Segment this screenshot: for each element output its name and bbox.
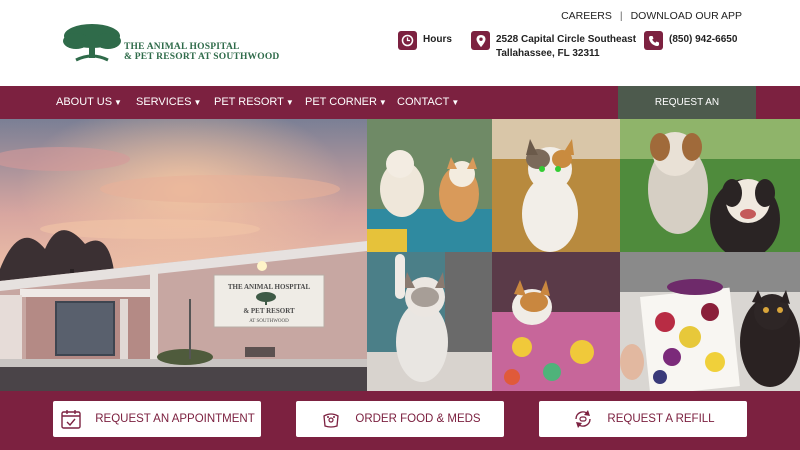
top-links: CAREERS | DOWNLOAD OUR APP	[561, 10, 742, 22]
dogs-grass-photo	[620, 119, 800, 252]
logo-text[interactable]: THE ANIMAL HOSPITAL & PET RESORT AT SOUT…	[124, 42, 279, 62]
building-sign-line-3: AT SOUTHWOOD	[249, 319, 289, 324]
careers-link[interactable]: CAREERS	[561, 10, 612, 22]
nav-contact[interactable]: CONTACT ▼	[397, 86, 459, 119]
chevron-down-icon: ▼	[378, 98, 387, 107]
nav-pet-resort[interactable]: PET RESORT ▼	[214, 86, 294, 119]
cat-painting-photo	[620, 252, 800, 391]
phone-link[interactable]: (850) 942-6650	[644, 31, 737, 50]
address-link[interactable]: 2528 Capital Circle Southeast Tallahasse…	[471, 31, 636, 61]
nav-request-appointment-button[interactable]: REQUEST AN APPOINTMENT	[618, 86, 756, 141]
hospital-building-photo: THE ANIMAL HOSPITAL & PET RESORT AT SOUT…	[0, 119, 367, 391]
kitten-photo	[367, 252, 492, 391]
building-sign-line-1: THE ANIMAL HOSPITAL	[228, 283, 311, 291]
building-sign-line-2: & PET RESORT	[243, 307, 295, 315]
site-header: THE ANIMAL HOSPITAL & PET RESORT AT SOUT…	[0, 0, 800, 86]
nav-services[interactable]: SERVICES ▼	[136, 86, 201, 119]
top-links-separator: |	[619, 10, 623, 22]
nav-services-label: SERVICES	[136, 96, 192, 108]
photo-collage: THE ANIMAL HOSPITAL & PET RESORT AT SOUT…	[0, 119, 800, 391]
refill-icon	[571, 407, 595, 431]
logo-line-1: THE ANIMAL HOSPITAL	[124, 42, 240, 52]
request-appointment-button[interactable]: REQUEST AN APPOINTMENT	[53, 401, 261, 437]
address-line-1: 2528 Capital Circle Southeast	[496, 34, 637, 45]
hours-label: Hours	[423, 34, 452, 45]
chevron-down-icon: ▼	[193, 98, 202, 107]
phone-icon	[644, 31, 663, 50]
map-pin-icon	[471, 31, 490, 50]
nav-contact-label: CONTACT	[397, 96, 450, 108]
calendar-check-icon	[59, 407, 83, 431]
request-appointment-label: REQUEST AN APPOINTMENT	[95, 413, 255, 425]
nav-about-us-label: ABOUT US	[56, 96, 113, 108]
dogs-photo	[367, 119, 492, 252]
nav-about-us[interactable]: ABOUT US ▼	[56, 86, 122, 119]
clock-icon	[398, 31, 417, 50]
address-line-2: Tallahassee, FL 32311	[496, 48, 600, 59]
logo-line-2: & PET RESORT AT SOUTHWOOD	[124, 52, 280, 62]
nav-pet-corner-label: PET CORNER	[305, 96, 377, 108]
chevron-down-icon: ▼	[285, 98, 294, 107]
order-food-meds-label: ORDER FOOD & MEDS	[355, 413, 481, 425]
phone-number: (850) 942-6650	[669, 34, 738, 45]
request-refill-label: REQUEST A REFILL	[607, 413, 715, 425]
nav-pet-corner[interactable]: PET CORNER ▼	[305, 86, 387, 119]
pet-food-icon	[319, 407, 343, 431]
address-text: 2528 Capital Circle Southeast Tallahasse…	[496, 31, 636, 61]
chevron-down-icon: ▼	[451, 98, 460, 107]
request-refill-button[interactable]: REQUEST A REFILL	[539, 401, 747, 437]
nav-pet-resort-label: PET RESORT	[214, 96, 284, 108]
order-food-meds-button[interactable]: ORDER FOOD & MEDS	[296, 401, 504, 437]
quick-actions-bar: REQUEST AN APPOINTMENT ORDER FOOD & MEDS…	[0, 391, 800, 450]
download-app-link[interactable]: DOWNLOAD OUR APP	[631, 10, 742, 22]
cat-blanket-photo	[492, 252, 620, 391]
main-nav: ABOUT US ▼ SERVICES ▼ PET RESORT ▼ PET CORN…	[0, 86, 800, 141]
chevron-down-icon: ▼	[114, 98, 122, 107]
cat-photo-1	[492, 119, 620, 252]
hours-link[interactable]: Hours	[398, 31, 452, 50]
